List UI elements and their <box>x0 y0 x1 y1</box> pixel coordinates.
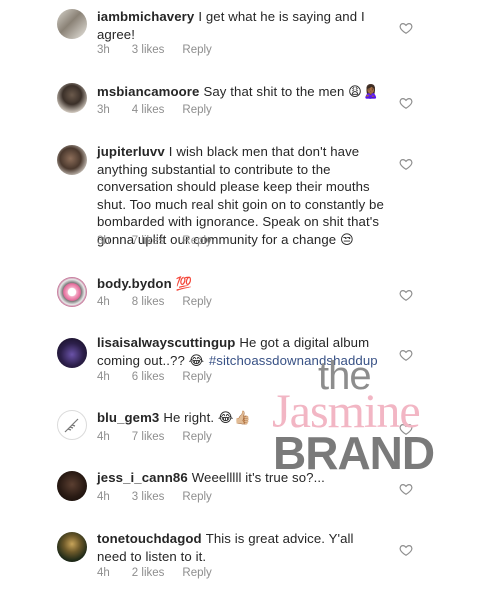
comment-meta: 4h 7 likes Reply <box>97 431 234 443</box>
heart-icon[interactable] <box>399 96 413 110</box>
comment-meta: 4h 2 likes Reply <box>97 567 234 579</box>
comment-meta: 4h 3 likes Reply <box>97 491 234 503</box>
watermark-brand: BRAND <box>273 427 435 479</box>
comment-time: 4h <box>97 371 110 383</box>
comment-meta: 3h 7 likes Reply <box>97 235 234 247</box>
avatar[interactable] <box>57 532 87 562</box>
comment-username[interactable]: lisaisalwayscuttingup <box>97 335 235 350</box>
comment-username[interactable]: jess_i_cann86 <box>97 470 188 485</box>
comment-time: 3h <box>97 44 110 56</box>
avatar[interactable] <box>57 277 87 307</box>
reply-button[interactable]: Reply <box>182 104 211 116</box>
brand-watermark: the Jasmine BRAND <box>272 354 472 480</box>
reply-button[interactable]: Reply <box>182 235 211 247</box>
comment-username[interactable]: body.bydon <box>97 276 172 291</box>
comment-meta: 3h 3 likes Reply <box>97 44 234 56</box>
comment-username[interactable]: jupiterluvv <box>97 144 165 159</box>
comment-text: Say that shit to the men <box>203 84 345 99</box>
avatar[interactable] <box>57 471 87 501</box>
reply-button[interactable]: Reply <box>182 371 211 383</box>
reply-button[interactable]: Reply <box>182 567 211 579</box>
comment-likes[interactable]: 7 likes <box>132 235 165 247</box>
heart-icon[interactable] <box>399 543 413 557</box>
comment-time: 4h <box>97 567 110 579</box>
avatar[interactable] <box>57 9 87 39</box>
comment-time: 4h <box>97 296 110 308</box>
comment-username[interactable]: iambmichavery <box>97 9 194 24</box>
reply-button[interactable]: Reply <box>182 44 211 56</box>
comment-meta: 4h 6 likes Reply <box>97 371 234 383</box>
comment-emoji: 😒 <box>339 231 355 247</box>
comment-time: 3h <box>97 104 110 116</box>
comments-list: iambmichavery I get what he is saying and… <box>0 0 480 600</box>
comment-emoji: 😂 <box>188 352 206 368</box>
comment-likes[interactable]: 4 likes <box>132 104 165 116</box>
comment-time: 3h <box>97 235 110 247</box>
comment-emoji: 💯 <box>175 276 194 291</box>
comment-likes[interactable]: 2 likes <box>132 567 165 579</box>
comment-body: iambmichavery I get what he is saying and… <box>97 8 385 43</box>
comment-body: msbiancamoore Say that shit to the men 😩🙎… <box>97 83 385 101</box>
comment-body: tonetouchdagod This is great advice. Y'al… <box>97 530 385 565</box>
reply-button[interactable]: Reply <box>182 431 211 443</box>
avatar[interactable] <box>57 338 87 368</box>
comment-meta: 4h 8 likes Reply <box>97 296 234 308</box>
comment-username[interactable]: msbiancamoore <box>97 84 199 99</box>
comment-time: 4h <box>97 491 110 503</box>
comment-likes[interactable]: 3 likes <box>132 44 165 56</box>
comment-body: body.bydon 💯 <box>97 275 385 293</box>
comment-meta: 3h 4 likes Reply <box>97 104 234 116</box>
heart-icon[interactable] <box>399 482 413 496</box>
comment-text: He right. <box>163 410 215 425</box>
feather-drawing-icon <box>64 418 79 433</box>
avatar[interactable] <box>57 410 87 440</box>
comment-emoji: 😂👍🏼 <box>217 410 252 425</box>
comment-likes[interactable]: 6 likes <box>132 371 165 383</box>
comment-likes[interactable]: 3 likes <box>132 491 165 503</box>
comment-likes[interactable]: 8 likes <box>132 296 165 308</box>
heart-icon[interactable] <box>399 288 413 302</box>
comment-username[interactable]: tonetouchdagod <box>97 531 202 546</box>
comment-username[interactable]: blu_gem3 <box>97 410 159 425</box>
avatar[interactable] <box>57 83 87 113</box>
reply-button[interactable]: Reply <box>182 491 211 503</box>
comment-likes[interactable]: 7 likes <box>132 431 165 443</box>
reply-button[interactable]: Reply <box>182 296 211 308</box>
avatar[interactable] <box>57 145 87 175</box>
heart-icon[interactable] <box>399 21 413 35</box>
heart-icon[interactable] <box>399 157 413 171</box>
comment-emoji: 😩🙎🏾‍♀️ <box>348 84 381 99</box>
comment-time: 4h <box>97 431 110 443</box>
comment-body: jupiterluvv I wish black men that don't h… <box>97 143 385 248</box>
